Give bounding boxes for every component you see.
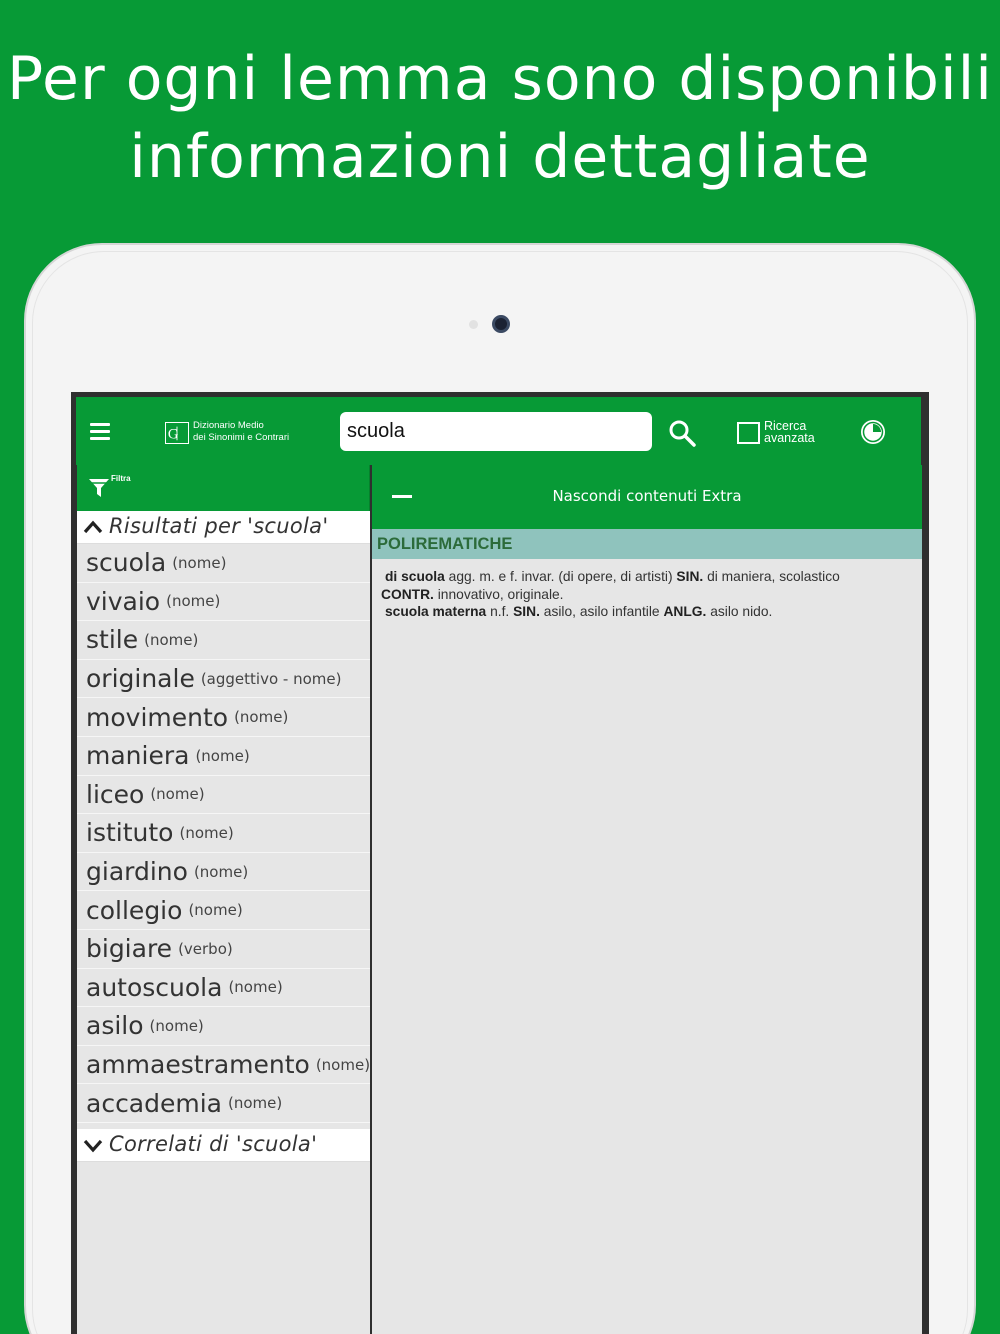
entry-1-sin: di maniera, scolastico bbox=[707, 569, 840, 584]
app-screen: G Dizionario Medio dei Sinonimi e Contra… bbox=[71, 392, 929, 1334]
entry-2-gram: n.f. bbox=[490, 604, 510, 619]
result-pos: (aggettivo - nome) bbox=[200, 669, 342, 688]
result-word: accademia bbox=[86, 1088, 222, 1118]
entry-1-sin-label: SIN. bbox=[676, 569, 704, 584]
entry-1-line-1: di scuola agg. m. e f. invar. (di opere,… bbox=[381, 568, 922, 586]
list-item[interactable]: istituto (nome) bbox=[77, 814, 370, 853]
result-word: vivaio bbox=[86, 586, 161, 616]
list-item[interactable]: collegio (nome) bbox=[77, 891, 370, 930]
front-camera bbox=[492, 315, 510, 333]
entry-2-head: scuola materna bbox=[385, 604, 487, 619]
entry-1-head: di scuola bbox=[385, 569, 445, 584]
result-word: ammaestramento bbox=[86, 1050, 310, 1080]
entry-2-line: scuola materna n.f. SIN. asilo, asilo in… bbox=[381, 603, 922, 621]
search-input[interactable]: scuola bbox=[340, 412, 652, 451]
history-icon[interactable] bbox=[859, 418, 887, 446]
result-word: movimento bbox=[86, 702, 229, 732]
result-pos: (nome) bbox=[315, 1055, 371, 1074]
sensor-dot bbox=[469, 320, 478, 329]
extra-toggle-label[interactable]: Nascondi contenuti Extra bbox=[372, 487, 922, 505]
definition-block: di scuola agg. m. e f. invar. (di opere,… bbox=[372, 559, 922, 621]
list-item[interactable]: liceo (nome) bbox=[77, 776, 370, 815]
promo-headline: Per ogni lemma sono disponibili informaz… bbox=[0, 40, 1000, 196]
top-bar: G Dizionario Medio dei Sinonimi e Contra… bbox=[76, 397, 921, 465]
entry-2-anlg: asilo nido. bbox=[710, 604, 773, 619]
result-word: istituto bbox=[86, 818, 174, 848]
result-word: collegio bbox=[86, 895, 183, 925]
result-word: scuola bbox=[86, 548, 167, 578]
chevron-up-icon bbox=[83, 520, 103, 534]
result-pos: (nome) bbox=[188, 901, 243, 920]
results-list: scuola (nome) vivaio (nome) stile (nome) or… bbox=[77, 544, 370, 1123]
result-pos: (nome) bbox=[166, 592, 221, 611]
list-item[interactable]: maniera (nome) bbox=[77, 737, 370, 776]
result-pos: (nome) bbox=[150, 785, 205, 804]
result-pos: (nome) bbox=[144, 630, 199, 649]
entry-1-contr: innovativo, originale. bbox=[437, 586, 564, 602]
headline-line-1: Per ogni lemma sono disponibili bbox=[7, 44, 993, 114]
filter-icon[interactable] bbox=[88, 477, 110, 499]
filter-bar: Filtra bbox=[77, 465, 370, 511]
result-pos: (nome) bbox=[179, 823, 234, 842]
app-title-line-1: Dizionario Medio bbox=[193, 420, 264, 431]
list-item[interactable]: asilo (nome) bbox=[77, 1007, 370, 1046]
list-item[interactable]: stile (nome) bbox=[77, 621, 370, 660]
list-item[interactable]: bigiare (verbo) bbox=[77, 930, 370, 969]
headline-line-2: informazioni dettagliate bbox=[129, 122, 871, 192]
entry-1-line-2: CONTR. innovativo, originale. bbox=[381, 586, 922, 604]
list-item[interactable]: vivaio (nome) bbox=[77, 583, 370, 622]
filter-label[interactable]: Filtra bbox=[111, 474, 131, 483]
extra-toggle-bar[interactable]: Nascondi contenuti Extra bbox=[372, 465, 922, 529]
result-pos: (nome) bbox=[228, 978, 283, 997]
entry-1-gram: agg. m. e f. invar. (di opere, di artist… bbox=[448, 569, 673, 584]
advanced-search-label[interactable]: Ricerca avanzata bbox=[764, 420, 815, 445]
result-word: bigiare bbox=[86, 934, 173, 964]
results-header[interactable]: Risultati per 'scuola' bbox=[77, 511, 370, 544]
result-word: giardino bbox=[86, 857, 188, 887]
related-header[interactable]: Correlati di 'scuola' bbox=[77, 1128, 370, 1162]
list-item[interactable]: giardino (nome) bbox=[77, 853, 370, 892]
menu-icon[interactable] bbox=[90, 423, 110, 441]
logo-icon: G bbox=[165, 422, 189, 444]
result-word: stile bbox=[86, 625, 139, 655]
result-word: maniera bbox=[86, 741, 190, 771]
entry-2-anlg-label: ANLG. bbox=[663, 604, 707, 619]
list-item[interactable]: accademia (nome) bbox=[77, 1084, 370, 1123]
result-word: asilo bbox=[86, 1011, 144, 1041]
entry-2-sin: asilo, asilo infantile bbox=[543, 604, 660, 619]
result-pos: (nome) bbox=[149, 1016, 204, 1035]
result-pos: (nome) bbox=[195, 746, 250, 765]
result-pos: (nome) bbox=[234, 708, 289, 727]
advanced-search-line-2: avanzata bbox=[764, 431, 815, 445]
result-pos: (verbo) bbox=[178, 939, 233, 958]
result-word: liceo bbox=[86, 779, 145, 809]
list-item[interactable]: movimento (nome) bbox=[77, 698, 370, 737]
related-header-label: Correlati di 'scuola' bbox=[109, 1131, 318, 1156]
chevron-down-icon bbox=[83, 1139, 103, 1153]
app-title: Dizionario Medio dei Sinonimi e Contrari bbox=[193, 420, 289, 444]
app-title-line-2: dei Sinonimi e Contrari bbox=[193, 432, 290, 443]
result-pos: (nome) bbox=[172, 553, 227, 572]
entry-1-contr-label: CONTR. bbox=[381, 586, 434, 602]
result-pos: (nome) bbox=[193, 862, 249, 881]
result-pos: (nome) bbox=[228, 1094, 283, 1113]
list-item[interactable]: autoscuola (nome) bbox=[77, 969, 370, 1008]
result-word: originale bbox=[86, 664, 195, 694]
results-pane: Filtra Risultati per 'scuola' scuola (nom… bbox=[77, 465, 370, 1334]
checkbox-icon[interactable] bbox=[737, 422, 760, 444]
results-header-label: Risultati per 'scuola' bbox=[109, 514, 329, 538]
result-word: autoscuola bbox=[86, 972, 223, 1002]
list-item[interactable]: scuola (nome) bbox=[77, 544, 370, 583]
search-icon[interactable] bbox=[668, 419, 696, 447]
entry-2-sin-label: SIN. bbox=[513, 604, 540, 619]
detail-pane: Nascondi contenuti Extra POLIREMATICHE d… bbox=[372, 465, 922, 1334]
section-title: POLIREMATICHE bbox=[372, 529, 922, 559]
list-item[interactable]: ammaestramento (nome) bbox=[77, 1046, 370, 1085]
list-item[interactable]: originale (aggettivo - nome) bbox=[77, 660, 370, 699]
